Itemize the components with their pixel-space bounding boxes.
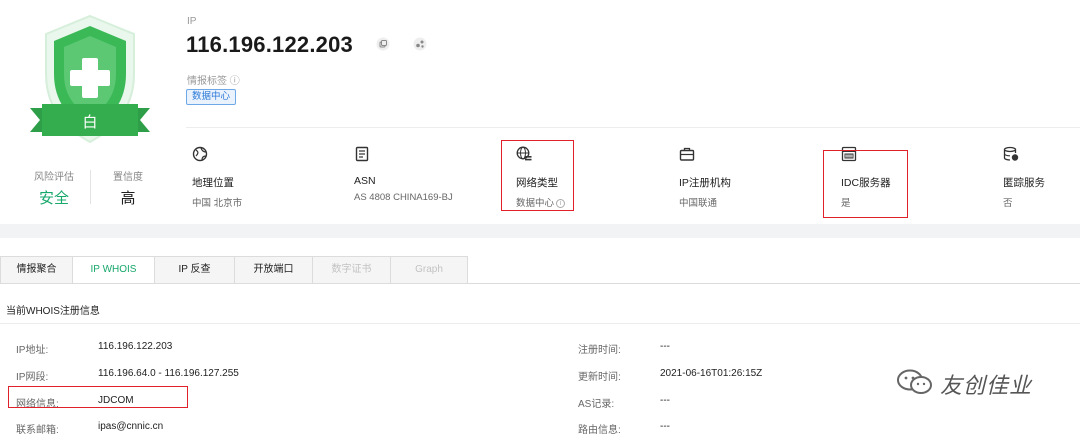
copy-icon[interactable]: [376, 37, 390, 51]
whois-value: ---: [660, 395, 670, 406]
briefcase-icon: [679, 147, 695, 161]
risk-divider: [90, 170, 91, 204]
intel-tag-badge[interactable]: 数据中心: [186, 89, 237, 105]
globe-icon: [192, 146, 208, 162]
confidence-col: 置信度 高: [98, 168, 158, 208]
tab-ip-reverse[interactable]: IP 反查: [154, 256, 234, 284]
highlight-box-network-type: [501, 140, 574, 211]
tab-underline: [0, 283, 1080, 284]
divider: [0, 323, 1080, 324]
confidence-value: 高: [120, 190, 136, 207]
info-card-registrar: IP注册机构 中国联通: [679, 146, 819, 209]
tab-certificates[interactable]: 数字证书: [312, 256, 390, 284]
risk-col: 风险评估 安全: [24, 168, 84, 208]
risk-label: 风险评估: [34, 172, 74, 183]
info-card-asn: ASN AS 4808 CHINA169-BJ: [354, 146, 494, 203]
section-gap: [0, 224, 1080, 238]
info-value: 中国联通: [679, 198, 718, 209]
info-title: ASN: [354, 175, 376, 187]
tab-ip-whois[interactable]: IP WHOIS: [72, 256, 154, 284]
info-card-anonymity: 匿踪服务 否: [1003, 146, 1080, 209]
whois-key: 路由信息:: [578, 425, 621, 436]
whois-key: IP地址:: [16, 345, 49, 356]
confidence-label: 置信度: [113, 172, 143, 183]
ip-summary-panel: 白 风险评估 安全 置信度 高 IP 116.196.122.203 情报标签 …: [0, 0, 1080, 228]
ip-address-title: 116.196.122.203: [186, 32, 353, 57]
badge-char: 白: [82, 113, 97, 131]
divider: [186, 127, 1080, 128]
whois-value: ---: [660, 421, 670, 432]
tab-intel-aggregate[interactable]: 情报聚合: [0, 256, 72, 284]
whois-section-title: 当前WHOIS注册信息: [6, 306, 100, 317]
watermark-text: 友创佳业: [940, 373, 1033, 398]
tab-graph[interactable]: Graph: [390, 256, 468, 284]
whois-key: IP网段:: [16, 372, 49, 383]
shield-plus-icon: 白: [30, 14, 150, 144]
info-card-location: 地理位置 中国 北京市: [192, 146, 332, 209]
whois-value: ipas@cnnic.cn: [98, 421, 164, 432]
info-title: 匿踪服务: [1003, 177, 1045, 189]
database-icon: [1003, 146, 1019, 161]
risk-value: 安全: [38, 190, 69, 207]
intel-tag-caption: 情报标签 ⓘ: [187, 76, 240, 87]
ip-caption: IP: [187, 16, 197, 27]
info-title: 地理位置: [192, 177, 234, 189]
highlight-box-network-info: [8, 386, 188, 408]
whois-value: 116.196.122.203: [98, 341, 173, 352]
info-value: 否: [1003, 198, 1013, 209]
whois-key: 联系邮箱:: [16, 425, 59, 436]
risk-assessment: 风险评估 安全 置信度 高: [24, 168, 164, 208]
whois-key: AS记录:: [578, 399, 615, 410]
whois-key: 更新时间:: [578, 372, 621, 383]
whois-key: 注册时间:: [578, 345, 621, 356]
whois-value: ---: [660, 341, 670, 352]
wechat-icon: [897, 369, 932, 394]
whois-value: 2021-06-16T01:26:15Z: [660, 368, 763, 379]
tab-open-ports[interactable]: 开放端口: [234, 256, 312, 284]
highlight-box-idc: [823, 150, 908, 218]
info-title: IP注册机构: [679, 177, 731, 189]
info-value: AS 4808 CHINA169-BJ: [354, 192, 453, 203]
info-value: 中国 北京市: [192, 198, 243, 209]
document-icon: [355, 146, 369, 162]
whois-value: 116.196.64.0 - 116.196.127.255: [98, 368, 239, 379]
graph-nodes-icon[interactable]: [413, 37, 427, 51]
